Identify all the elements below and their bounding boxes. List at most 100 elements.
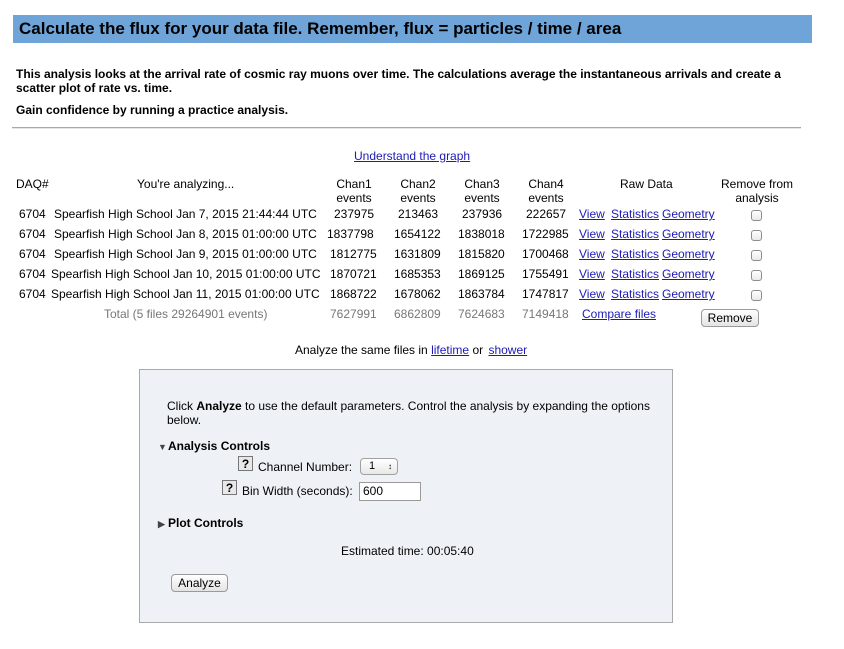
col-header-raw-data: Raw Data — [620, 177, 673, 191]
row-chan1: 1812775 — [330, 247, 377, 261]
geometry-link[interactable]: Geometry — [662, 287, 715, 301]
row-file: Spearfish High School Jan 7, 2015 21:44:… — [54, 207, 317, 221]
col-header-remove: Remove from analysis — [719, 177, 795, 205]
stepper-arrows-icon: ↕ — [388, 462, 392, 471]
page-title: Calculate the flux for your data file. R… — [13, 15, 812, 43]
row-chan4: 1755491 — [522, 267, 569, 281]
geometry-link[interactable]: Geometry — [662, 267, 715, 281]
col-header-chan1: Chan1 events — [329, 177, 379, 205]
row-chan4: 1700468 — [522, 247, 569, 261]
col-header-analyzing: You're analyzing... — [137, 177, 235, 191]
analyze-button[interactable]: Analyze — [171, 574, 228, 592]
geometry-link[interactable]: Geometry — [662, 227, 715, 241]
instructions-pre: Click — [167, 399, 197, 413]
row-daq: 6704 — [19, 267, 46, 281]
row-chan2: 1685353 — [394, 267, 441, 281]
view-link[interactable]: View — [579, 287, 605, 301]
help-icon[interactable]: ? — [238, 456, 253, 471]
row-daq: 6704 — [19, 227, 46, 241]
row-chan3: 237936 — [462, 207, 503, 221]
table-row: 6704 Spearfish High School Jan 11, 2015 … — [0, 287, 844, 307]
col-header-remove-line1: Remove from — [720, 177, 794, 191]
row-file: Spearfish High School Jan 10, 2015 01:00… — [51, 267, 321, 281]
col-header-chan4-line2: events — [528, 191, 564, 205]
remove-checkbox[interactable] — [751, 270, 762, 281]
row-file: Spearfish High School Jan 9, 2015 01:00:… — [54, 247, 317, 261]
geometry-link[interactable]: Geometry — [662, 247, 715, 261]
statistics-link[interactable]: Statistics — [611, 207, 659, 221]
help-icon[interactable]: ? — [222, 480, 237, 495]
row-file: Spearfish High School Jan 11, 2015 01:00… — [51, 287, 320, 301]
geometry-link[interactable]: Geometry — [662, 207, 715, 221]
row-file: Spearfish High School Jan 8, 2015 01:00:… — [54, 227, 317, 241]
analysis-controls-toggle[interactable]: ▼Analysis Controls — [158, 439, 270, 453]
col-header-chan2-line2: events — [400, 191, 436, 205]
same-files-or: or — [472, 343, 484, 357]
lifetime-link[interactable]: lifetime — [431, 343, 469, 357]
view-link[interactable]: View — [579, 267, 605, 281]
analyze-instructions: Click Analyze to use the default paramet… — [167, 399, 662, 427]
row-chan2: 1654122 — [394, 227, 441, 241]
total-summary: Total (5 files 29264901 events) — [104, 307, 268, 321]
remove-checkbox[interactable] — [751, 250, 762, 261]
same-files-line: Analyze the same files in lifetime or sh… — [295, 343, 527, 357]
col-header-chan3: Chan3 events — [457, 177, 507, 205]
view-link[interactable]: View — [579, 207, 605, 221]
row-chan3: 1838018 — [458, 227, 505, 241]
col-header-remove-line2: analysis — [735, 191, 779, 205]
total-chan4: 7149418 — [522, 307, 569, 321]
analysis-panel: Click Analyze to use the default paramet… — [139, 369, 673, 623]
estimated-time: Estimated time: 00:05:40 — [341, 544, 474, 558]
row-daq: 6704 — [19, 207, 46, 221]
row-chan1: 1868722 — [330, 287, 377, 301]
col-header-chan3-line1: Chan3 — [464, 177, 500, 191]
row-chan3: 1863784 — [458, 287, 505, 301]
view-link[interactable]: View — [579, 247, 605, 261]
same-files-prefix: Analyze the same files in — [295, 343, 428, 357]
col-header-daq: DAQ# — [16, 177, 49, 191]
analysis-controls-label: Analysis Controls — [168, 439, 271, 453]
row-chan2: 1678062 — [394, 287, 441, 301]
bin-width-input[interactable]: 600 — [359, 482, 421, 501]
col-header-chan4: Chan4 events — [521, 177, 571, 205]
instructions-bold: Analyze — [196, 399, 242, 413]
row-chan3: 1815820 — [458, 247, 505, 261]
table-row: 6704 Spearfish High School Jan 10, 2015 … — [0, 267, 844, 287]
table-row: 6704 Spearfish High School Jan 7, 2015 2… — [0, 207, 844, 227]
statistics-link[interactable]: Statistics — [611, 227, 659, 241]
channel-number-value: 1 — [369, 460, 376, 472]
row-chan2: 1631809 — [394, 247, 441, 261]
understand-graph-link[interactable]: Understand the graph — [354, 149, 470, 163]
col-header-chan2-line1: Chan2 — [400, 177, 436, 191]
row-chan4: 1722985 — [522, 227, 569, 241]
triangle-right-icon: ▶ — [158, 519, 165, 529]
statistics-link[interactable]: Statistics — [611, 247, 659, 261]
shower-link[interactable]: shower — [488, 343, 527, 357]
total-chan1: 7627991 — [330, 307, 377, 321]
plot-controls-toggle[interactable]: ▶ Plot Controls — [158, 516, 243, 530]
statistics-link[interactable]: Statistics — [611, 267, 659, 281]
col-header-chan2: Chan2 events — [393, 177, 443, 205]
total-chan3: 7624683 — [458, 307, 505, 321]
row-chan4: 1747817 — [522, 287, 569, 301]
remove-checkbox[interactable] — [751, 210, 762, 221]
row-chan2: 213463 — [398, 207, 439, 221]
compare-files-link[interactable]: Compare files — [582, 307, 656, 321]
col-header-chan4-line1: Chan4 — [528, 177, 564, 191]
triangle-down-icon: ▼ — [158, 442, 167, 452]
view-link[interactable]: View — [579, 227, 605, 241]
practice-analysis-text: Gain confidence by running a practice an… — [16, 103, 289, 117]
table-row: 6704 Spearfish High School Jan 9, 2015 0… — [0, 247, 844, 267]
row-chan3: 1869125 — [458, 267, 505, 281]
statistics-link[interactable]: Statistics — [611, 287, 659, 301]
total-chan2: 6862809 — [394, 307, 441, 321]
row-chan1: 1837798 — [327, 227, 374, 241]
remove-checkbox[interactable] — [751, 230, 762, 241]
channel-number-select[interactable]: 1 ↕ — [360, 458, 398, 475]
divider — [12, 127, 801, 129]
col-header-chan1-line1: Chan1 — [336, 177, 372, 191]
remove-checkbox[interactable] — [751, 290, 762, 301]
channel-number-label: Channel Number: — [258, 460, 353, 474]
remove-button[interactable]: Remove — [701, 309, 759, 327]
analysis-description: This analysis looks at the arrival rate … — [16, 67, 781, 95]
